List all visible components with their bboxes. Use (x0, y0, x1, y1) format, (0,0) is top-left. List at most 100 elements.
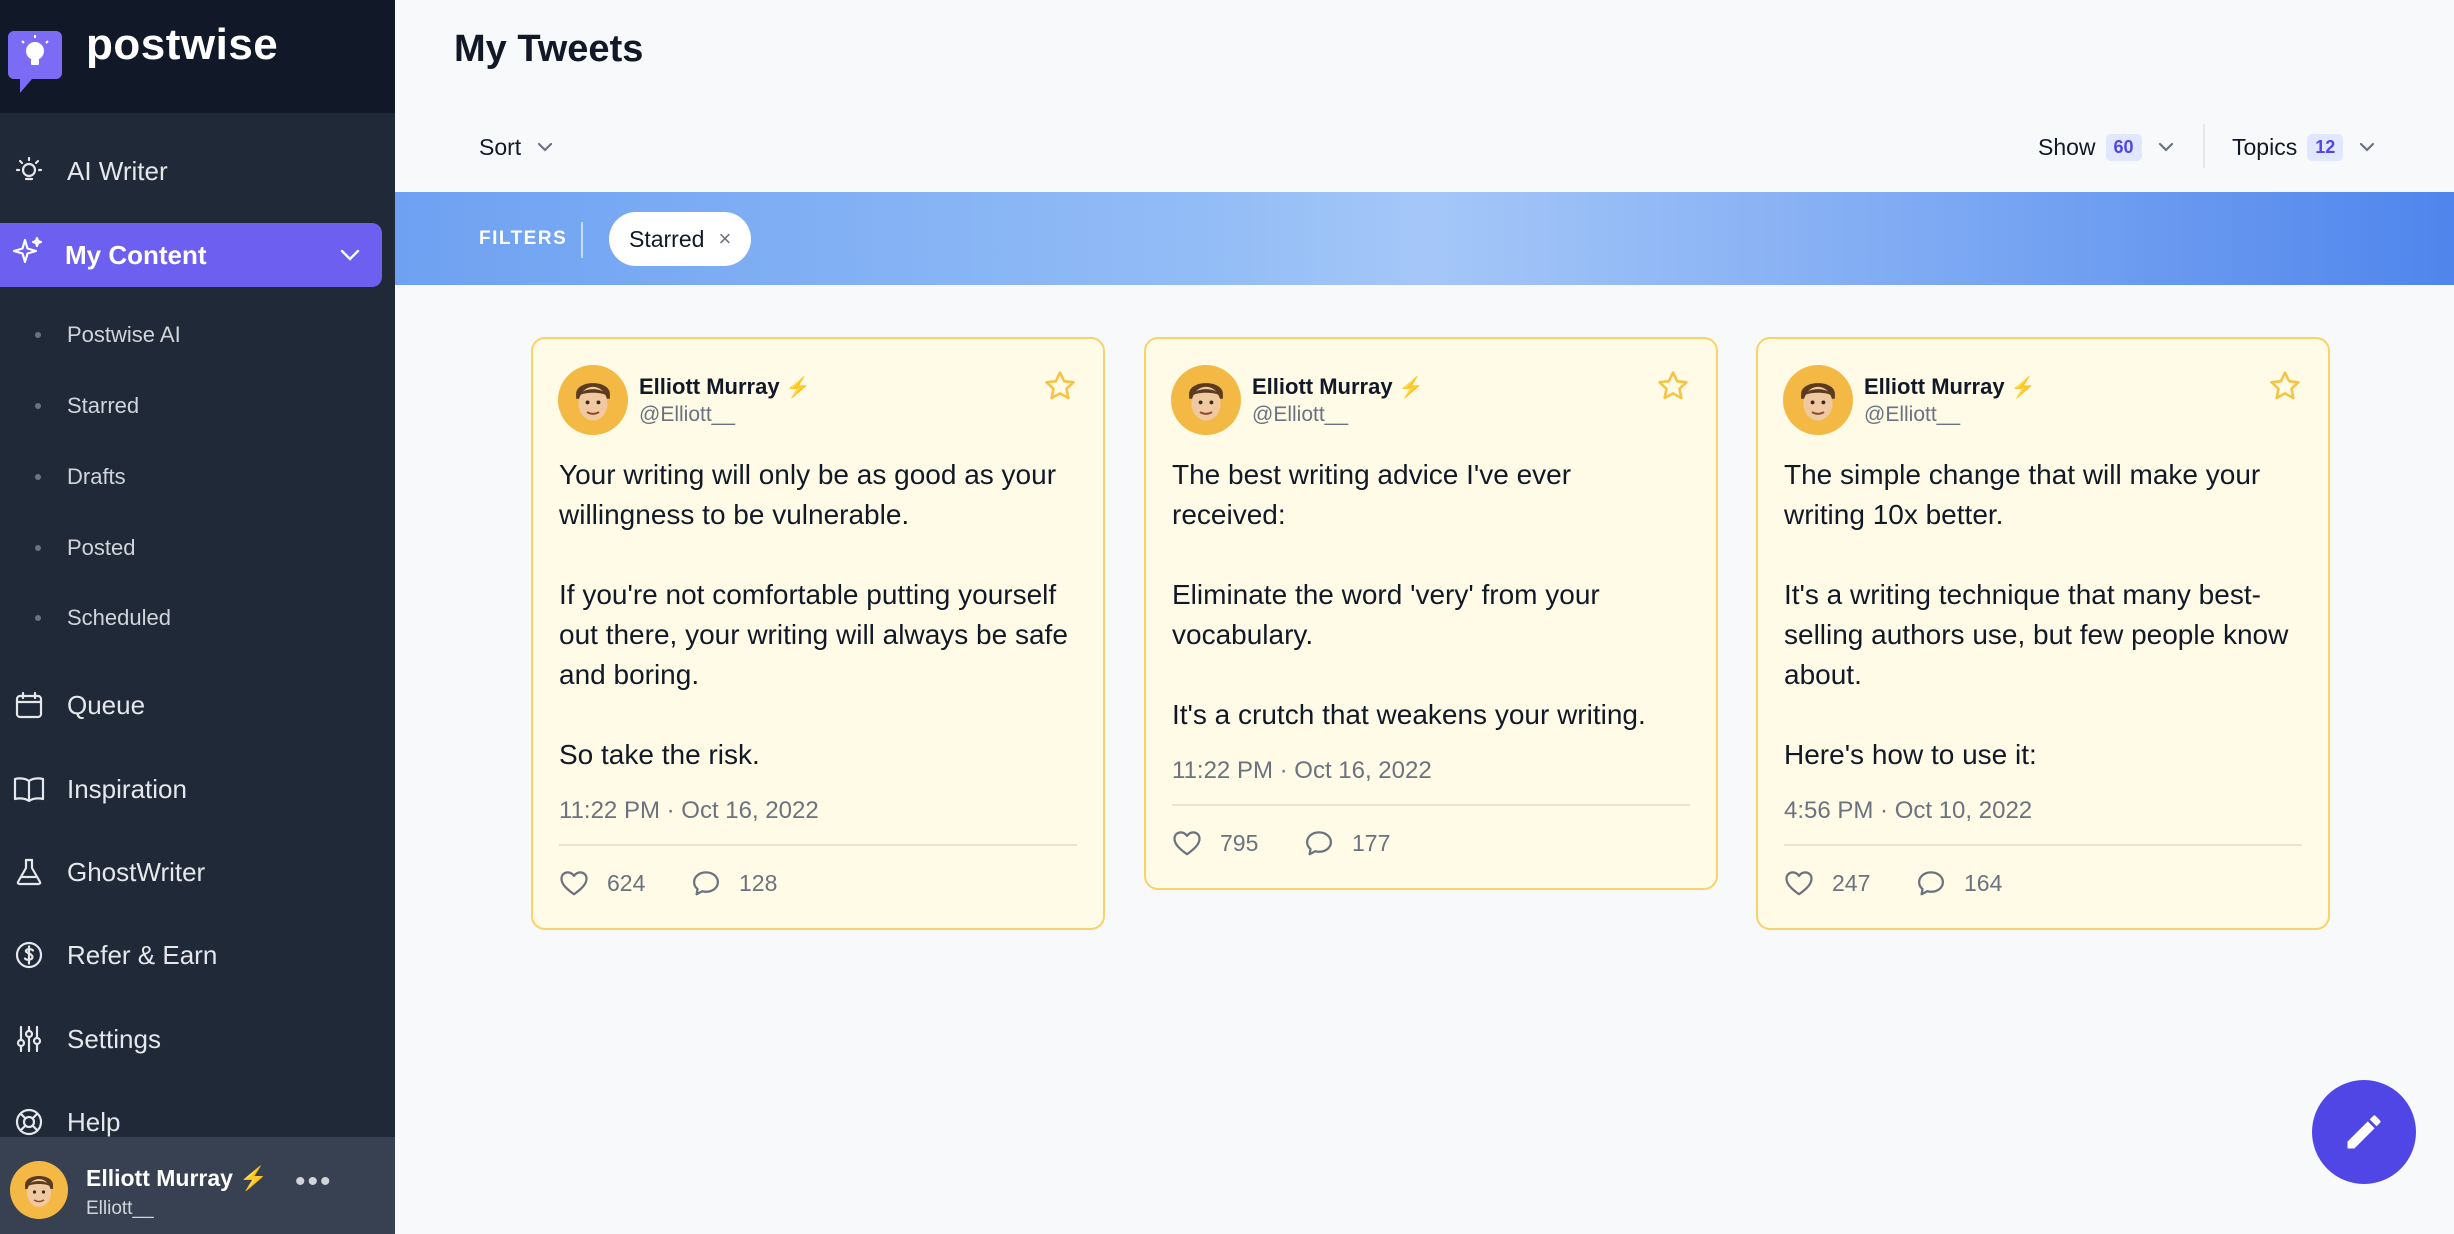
sidebar: postwise AI Writer My Content Postwise A… (0, 0, 395, 1234)
card-divider (559, 844, 1077, 846)
sidebar-item-label: AI Writer (67, 155, 168, 186)
chevron-down-icon (538, 142, 553, 152)
sidebar-subitem-starred[interactable]: Starred (0, 386, 395, 426)
tweet-author-handle: @Elliott__ (1864, 403, 1961, 426)
user-handle: Elliott__ (86, 1198, 154, 1219)
lightning-icon: ⚡ (1398, 377, 1424, 399)
flask-icon (12, 855, 46, 889)
lightbulb-icon (12, 154, 46, 188)
sidebar-item-ai-writer[interactable]: AI Writer (0, 139, 395, 203)
bullet-icon (35, 332, 41, 338)
show-label: Show (2038, 133, 2096, 160)
tweet-author-handle: @Elliott__ (1252, 403, 1349, 426)
sidebar-subitem-label: Starred (67, 393, 140, 418)
show-dropdown[interactable]: Show 60 (2038, 131, 2176, 163)
tweet-timestamp: 4:56 PM · Oct 10, 2022 (1784, 797, 2033, 824)
book-icon (12, 772, 46, 806)
bullet-icon (35, 545, 41, 551)
pencil-icon (2347, 1115, 2381, 1149)
star-icon[interactable] (1656, 369, 1690, 403)
tweet-author-name: Elliott Murray ⚡ (1252, 374, 1424, 399)
compose-button[interactable] (2312, 1080, 2416, 1184)
sidebar-item-settings[interactable]: Settings (0, 1007, 395, 1071)
calendar-icon (12, 688, 46, 722)
replies-count[interactable]: 128 (691, 869, 777, 897)
sidebar-subitem-scheduled[interactable]: Scheduled (0, 598, 395, 638)
tweet-text: The best writing advice I've ever receiv… (1172, 459, 1646, 730)
tweet-author-handle: @Elliott__ (639, 403, 736, 426)
avatar (10, 1161, 68, 1219)
heart-icon (1785, 871, 1813, 896)
avatar (1783, 365, 1853, 435)
comment-icon (693, 871, 719, 896)
filter-chip-starred[interactable]: Starred × (609, 212, 752, 266)
filters-bar: FILTERS Starred × (395, 192, 2454, 285)
likes-count[interactable]: 247 (1784, 869, 1870, 897)
lightning-icon: ⚡ (2010, 377, 2036, 399)
sidebar-item-ghostwriter[interactable]: GhostWriter (0, 840, 395, 904)
sidebar-subitem-drafts[interactable]: Drafts (0, 457, 395, 497)
likes-count[interactable]: 795 (1172, 829, 1258, 857)
replies-count[interactable]: 164 (1916, 869, 2002, 897)
sidebar-item-label: Inspiration (67, 773, 187, 804)
star-icon[interactable] (2268, 369, 2302, 403)
sidebar-subitem-posted[interactable]: Posted (0, 528, 395, 568)
chevron-down-icon[interactable] (336, 241, 364, 276)
brand-wordmark: postwise (86, 19, 279, 69)
avatar (558, 365, 628, 435)
sidebar-item-queue[interactable]: Queue (0, 673, 395, 737)
sidebar-item-label: Help (67, 1106, 121, 1137)
sidebar-item-label: Settings (67, 1023, 161, 1054)
replies-count[interactable]: 177 (1304, 829, 1390, 857)
sidebar-subitem-label: Posted (67, 535, 136, 560)
sort-dropdown[interactable]: Sort (479, 131, 555, 163)
tweet-card[interactable]: Elliott Murray ⚡ @Elliott__ Your writing … (531, 337, 1105, 930)
likes-count[interactable]: 624 (559, 869, 645, 897)
toolbar-divider (2203, 124, 2205, 168)
bullet-icon (35, 474, 41, 480)
topics-count-badge: 12 (2307, 133, 2344, 161)
tweet-card[interactable]: Elliott Murray ⚡ @Elliott__ The best writ… (1144, 337, 1718, 890)
comment-icon (1306, 831, 1332, 856)
card-divider (1172, 804, 1690, 806)
user-profile[interactable]: Elliott Murray ⚡ Elliott__ ••• (0, 1137, 395, 1234)
tweet-timestamp: 11:22 PM · Oct 16, 2022 (559, 797, 819, 824)
heart-icon (560, 871, 588, 896)
heart-icon (1173, 831, 1201, 856)
tweet-text: The simple change that will make your wr… (1784, 459, 2289, 770)
tweet-card[interactable]: Elliott Murray ⚡ @Elliott__ The simple ch… (1756, 337, 2330, 930)
tweet-author-name: Elliott Murray ⚡ (1864, 374, 2036, 399)
avatar (1171, 365, 1241, 435)
topics-dropdown[interactable]: Topics 12 (2232, 131, 2377, 163)
show-count-badge: 60 (2105, 133, 2142, 161)
sidebar-item-refer-earn[interactable]: Refer & Earn (0, 923, 395, 987)
page-title: My Tweets (454, 28, 644, 70)
tweet-author-name: Elliott Murray ⚡ (639, 374, 811, 399)
chevron-down-icon (2360, 142, 2375, 152)
dollar-icon (12, 938, 46, 972)
tweet-text: Your writing will only be as good as you… (559, 459, 1068, 770)
sidebar-item-inspiration[interactable]: Inspiration (0, 757, 395, 821)
tweet-timestamp: 11:22 PM · Oct 16, 2022 (1172, 757, 1432, 784)
bullet-icon (35, 615, 41, 621)
bullet-icon (35, 403, 41, 409)
lightning-icon: ⚡ (785, 377, 811, 399)
sidebar-subitem-label: Postwise AI (67, 322, 181, 347)
sidebar-item-label: GhostWriter (67, 856, 206, 887)
more-options-icon[interactable]: ••• (295, 1165, 333, 1199)
sidebar-item-my-content[interactable]: My Content (0, 223, 382, 287)
brand: postwise (0, 0, 395, 113)
topics-label: Topics (2232, 133, 2298, 160)
filters-divider (581, 222, 583, 258)
card-divider (1784, 844, 2302, 846)
sort-label: Sort (479, 133, 522, 160)
star-icon[interactable] (1043, 369, 1077, 403)
filter-chip-label: Starred (629, 225, 705, 252)
sliders-icon (12, 1022, 46, 1056)
sidebar-item-label: Refer & Earn (67, 939, 218, 970)
close-icon[interactable]: × (718, 226, 731, 252)
user-name: Elliott Murray ⚡ (86, 1165, 268, 1191)
sidebar-subitem-label: Drafts (67, 464, 126, 489)
sidebar-subitem-label: Scheduled (67, 605, 171, 630)
sidebar-subitem-postwise-ai[interactable]: Postwise AI (0, 315, 395, 355)
